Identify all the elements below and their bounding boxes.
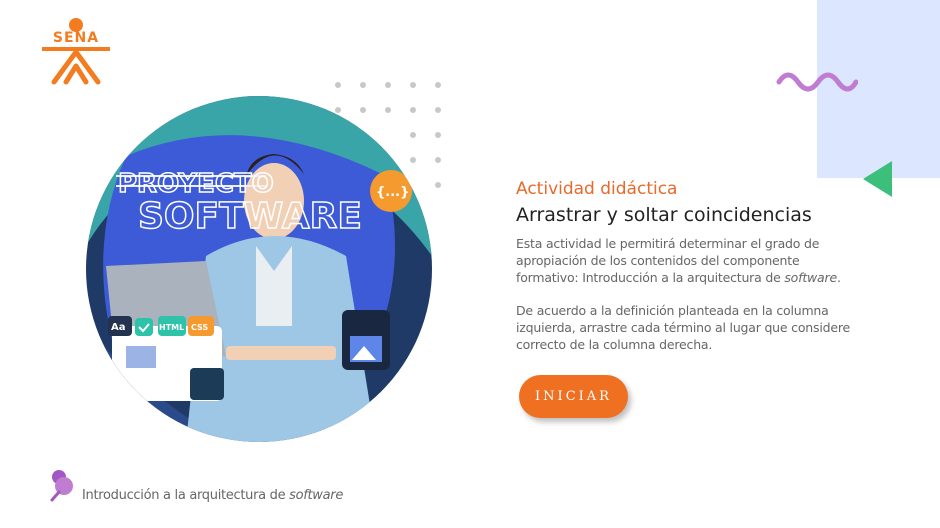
hero-illustration: PROYECTO SOFTWARE {...} Aa HTML CSS [86,96,432,442]
code-badge: {...} [376,185,409,200]
hero-text-proyecto: PROYECTO [118,169,274,199]
pin-icon [49,468,77,502]
start-button[interactable]: INICIAR [519,375,628,418]
hero-text-software: SOFTWARE [138,196,362,237]
activity-subtitle: Actividad didáctica [516,179,678,199]
chip-html: HTML [159,323,184,332]
footer-course-name: Introducción a la arquitectura de softwa… [82,488,344,503]
logo-text: SENA [52,30,100,46]
activity-title: Arrastrar y soltar coincidencias [516,204,812,226]
sena-logo: SENA [40,16,112,86]
activity-paragraph-2: De acuerdo a la definición planteada en … [516,303,850,352]
triangle-decoration [862,160,894,198]
chip-css: CSS [191,323,208,332]
chip-aa: Aa [111,322,126,333]
activity-description: Actividad didáctica Arrastrar y soltar c… [516,178,856,369]
activity-paragraph-1: Esta actividad le permitirá determinar e… [516,236,841,285]
wave-decoration [776,70,859,100]
